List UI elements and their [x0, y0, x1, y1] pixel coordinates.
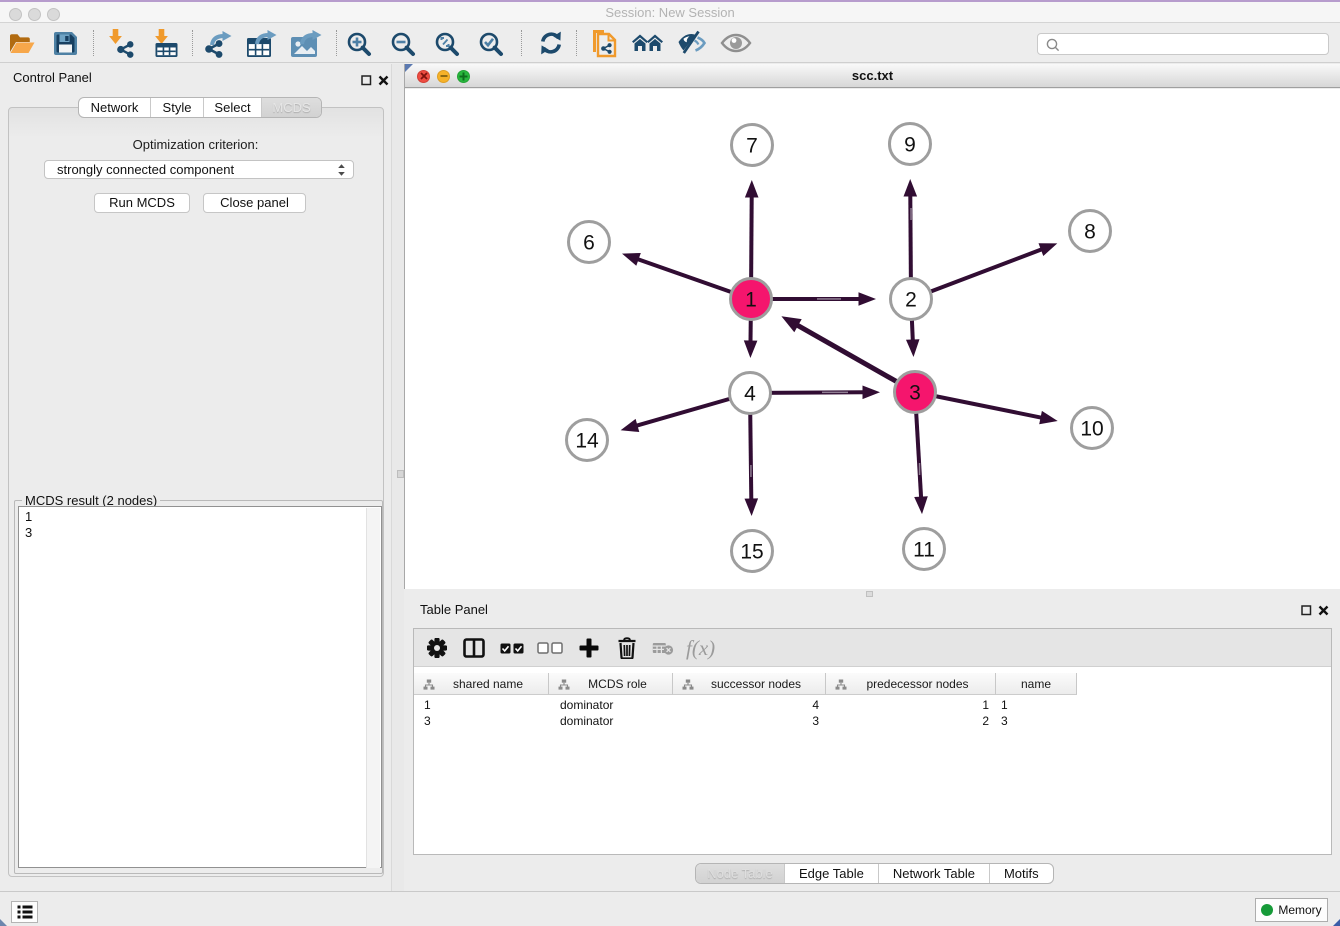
svg-text:9: 9 — [904, 134, 916, 157]
svg-text:4: 4 — [744, 383, 756, 406]
svg-text:14: 14 — [575, 430, 599, 453]
svg-text:10: 10 — [1080, 418, 1103, 441]
svg-text:7: 7 — [746, 135, 758, 158]
svg-text:6: 6 — [583, 232, 595, 255]
svg-text:15: 15 — [740, 541, 763, 564]
svg-text:3: 3 — [909, 382, 921, 405]
svg-text:2: 2 — [905, 289, 917, 312]
svg-text:11: 11 — [913, 539, 935, 562]
svg-text:1: 1 — [745, 289, 757, 312]
svg-text:8: 8 — [1084, 221, 1096, 244]
